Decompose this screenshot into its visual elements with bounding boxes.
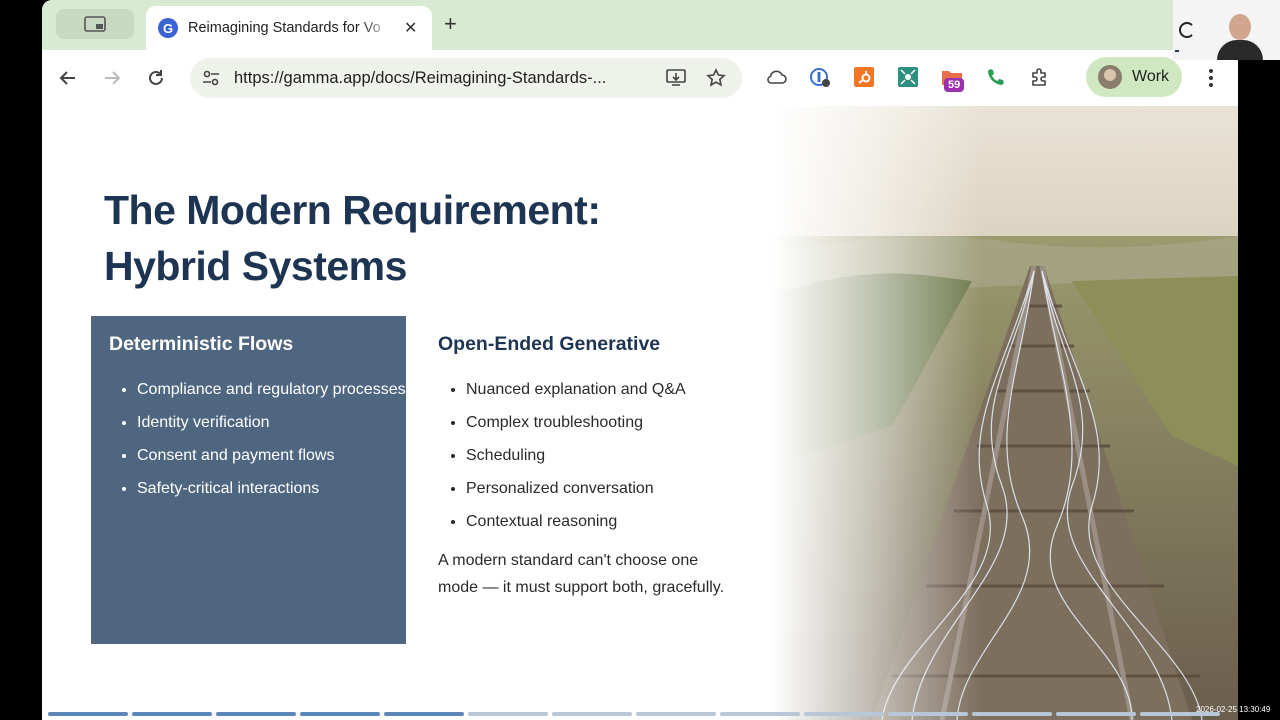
deterministic-flows-card: Deterministic Flows Compliance and regul… [91, 316, 406, 644]
list-item: Contextual reasoning [466, 508, 766, 535]
tab-close-icon[interactable]: ✕ [404, 18, 417, 38]
tab-group-window-icon[interactable] [56, 9, 134, 39]
cloud-extension-icon[interactable] [764, 65, 788, 89]
profile-label: Work [1132, 68, 1170, 85]
list-item: Safety-critical interactions [137, 475, 407, 502]
presenter-name-tag [1175, 50, 1179, 52]
tab-strip: G Reimagining Standards for Vo ✕ + [42, 0, 1238, 50]
gamma-favicon-icon: G [158, 18, 178, 38]
slide-title: The Modern Requirement: Hybrid Systems [104, 182, 664, 294]
back-arrow-icon[interactable] [54, 64, 82, 92]
summary-note: A modern standard can't choose one mode … [438, 552, 725, 596]
site-info-tune-icon[interactable] [202, 69, 220, 87]
railway-tracks-photo [772, 106, 1238, 720]
password-manager-extension-icon[interactable] [808, 65, 832, 89]
webcam-overlay [1173, 0, 1280, 60]
presenter-head [1229, 14, 1251, 40]
avatar [1098, 65, 1122, 89]
hubspot-extension-icon[interactable] [852, 65, 876, 89]
list-item: Scheduling [466, 442, 766, 469]
profile-button[interactable]: Work [1086, 57, 1182, 97]
window-icon [84, 16, 106, 32]
open-ended-generative-title: Open-Ended Generative [438, 333, 661, 355]
slide-progress-bar[interactable] [42, 712, 1238, 718]
list-item: Compliance and regulatory processes [137, 376, 407, 403]
forward-arrow-icon[interactable] [98, 64, 126, 92]
phone-extension-icon[interactable] [984, 65, 1008, 89]
new-tab-plus-icon[interactable]: + [444, 12, 457, 36]
list-item: Nuanced explanation and Q&A [466, 376, 766, 403]
list-item: Identity verification [137, 409, 407, 436]
url-text[interactable]: https://gamma.app/docs/Reimagining-Stand… [234, 69, 652, 88]
presenter-body [1217, 40, 1263, 60]
browser-window: G Reimagining Standards for Vo ✕ + https… [42, 0, 1238, 720]
slide-title-line1: The Modern Requirement: [104, 187, 601, 233]
bookmark-star-icon[interactable] [706, 68, 726, 88]
list-item: Complex troubleshooting [466, 409, 766, 436]
deterministic-flows-list: Compliance and regulatory processes Iden… [111, 376, 407, 508]
tab-active[interactable]: G Reimagining Standards for Vo ✕ [146, 6, 432, 50]
slide-title-line2: Hybrid Systems [104, 243, 407, 289]
list-item: Consent and payment flows [137, 442, 407, 469]
install-app-icon[interactable] [666, 68, 686, 88]
company-logo-icon [1179, 22, 1195, 38]
browser-toolbar: https://gamma.app/docs/Reimagining-Stand… [42, 50, 1238, 106]
reload-icon[interactable] [142, 64, 170, 92]
open-ended-generative-list: Nuanced explanation and Q&A Complex trou… [440, 376, 766, 541]
more-menu-dots-icon[interactable] [1200, 64, 1222, 92]
tab-title: Reimagining Standards for Vo [188, 20, 381, 36]
network-extension-icon[interactable] [896, 65, 920, 89]
extension-count-badge: 59 [944, 78, 965, 92]
list-item: Personalized conversation [466, 475, 766, 502]
recording-timestamp: 2026-02-25 13:30:49 [1196, 705, 1271, 714]
address-bar[interactable]: https://gamma.app/docs/Reimagining-Stand… [190, 58, 742, 98]
slide-content: The Modern Requirement: Hybrid Systems D… [42, 106, 1238, 720]
extensions-puzzle-icon[interactable] [1028, 65, 1052, 89]
deterministic-flows-title: Deterministic Flows [109, 333, 294, 355]
